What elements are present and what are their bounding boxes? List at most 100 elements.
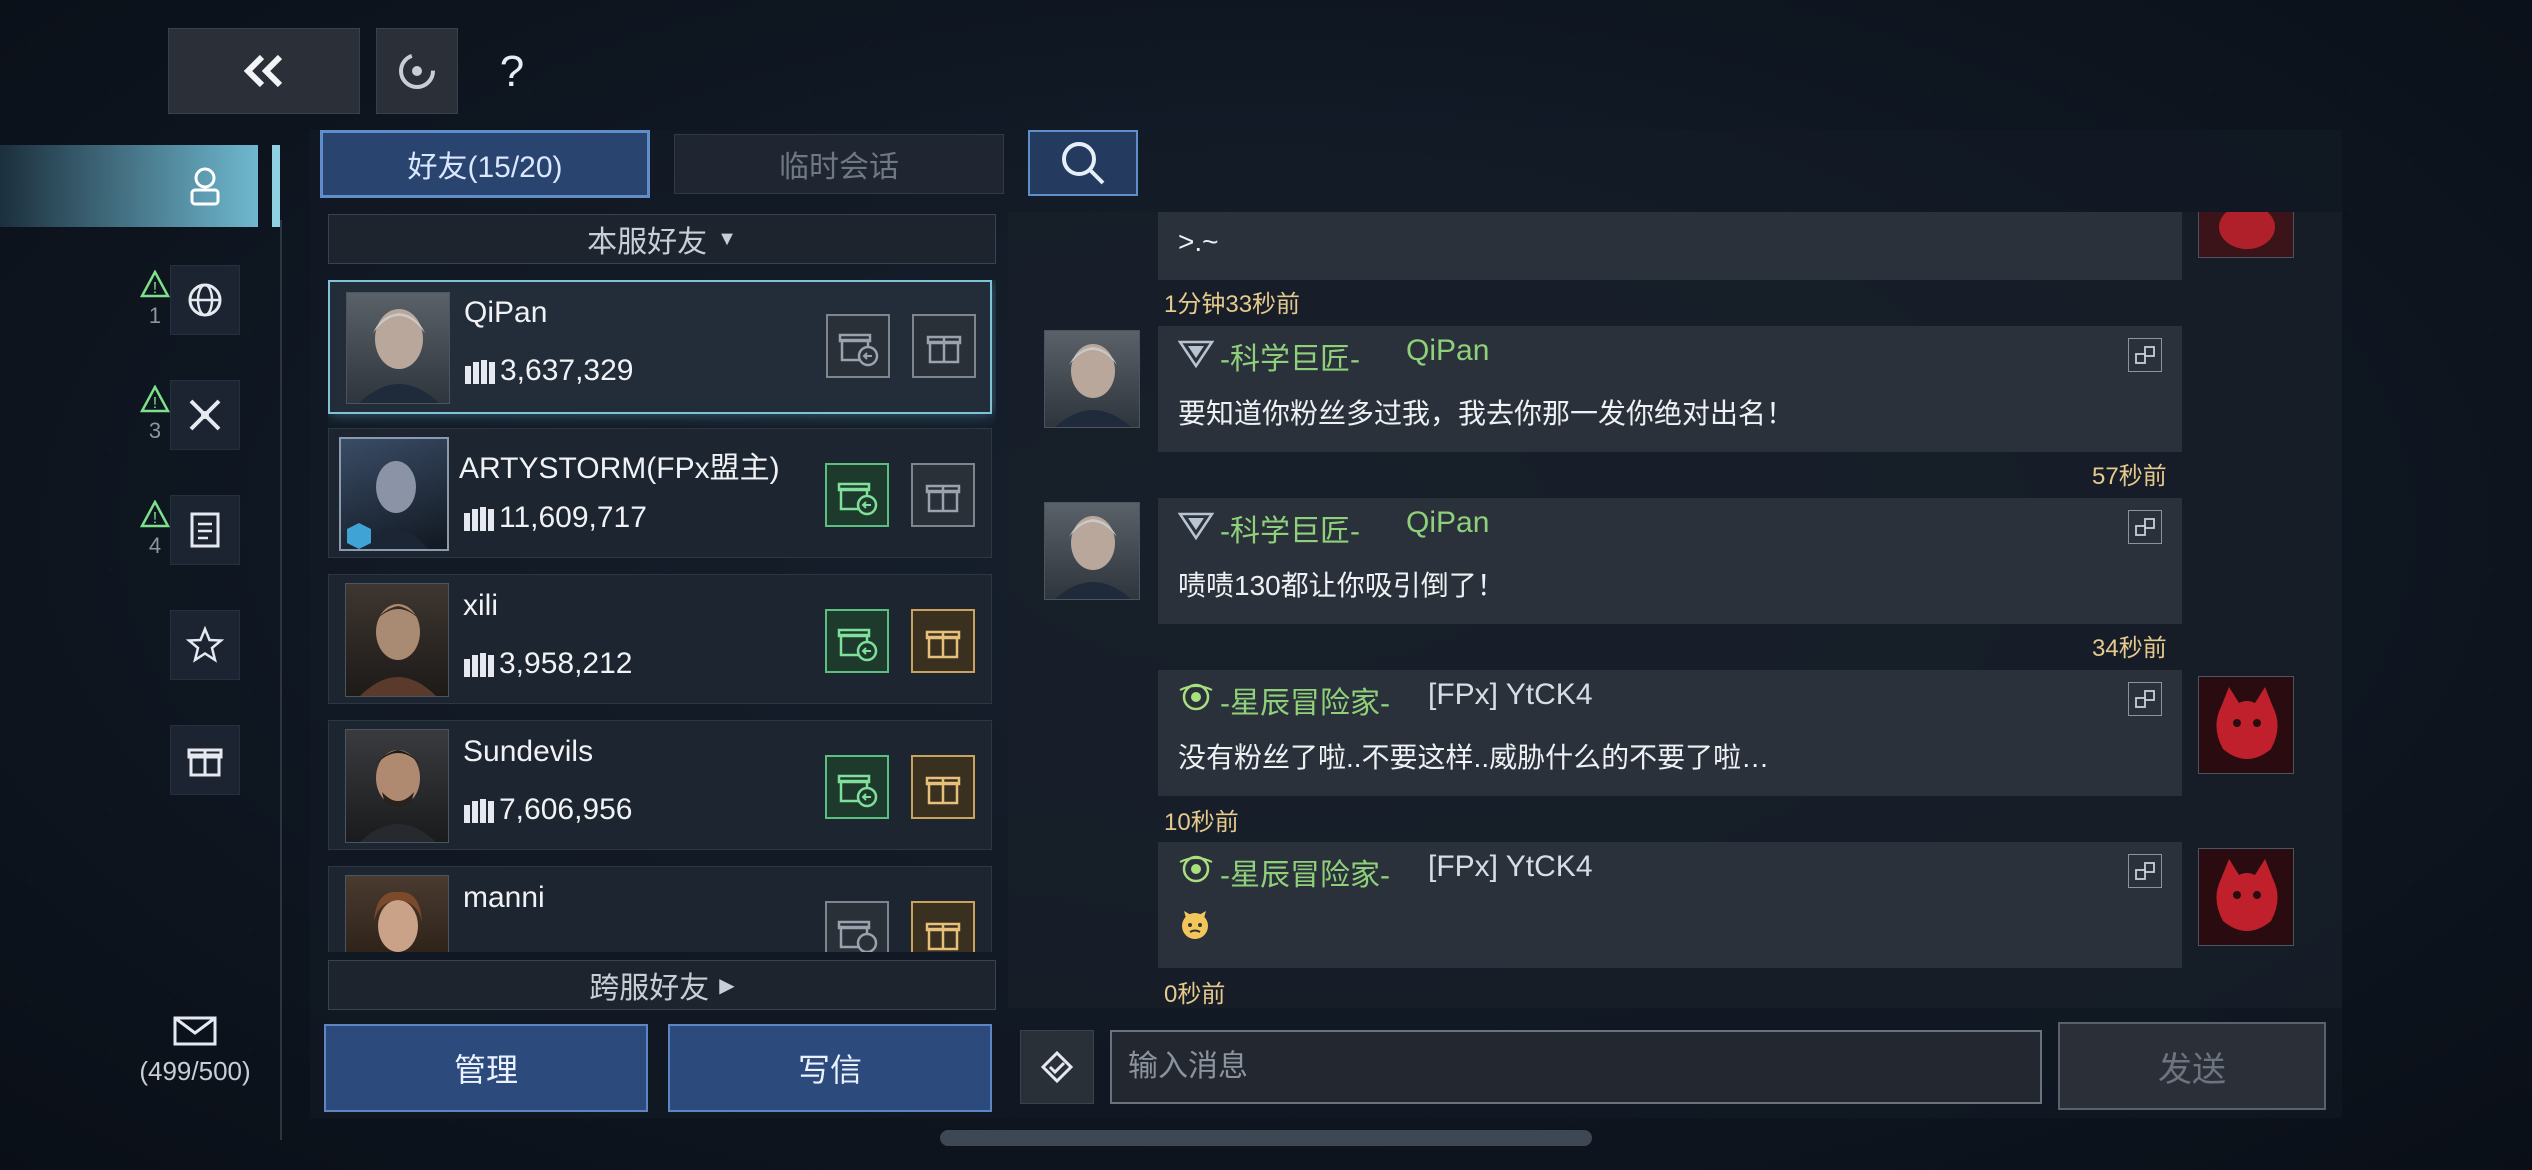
list-item[interactable]: xili 3,958,212 — [328, 574, 992, 704]
friend-power: 7,606,956 — [499, 793, 633, 826]
warning-icon: ! — [139, 269, 171, 298]
svg-text:!: ! — [153, 395, 157, 412]
message-time: 10秒前 — [1164, 809, 1239, 836]
search-button[interactable] — [1028, 130, 1138, 196]
send-gift-button[interactable] — [911, 901, 975, 952]
avatar — [1044, 330, 1140, 428]
send-gift-button[interactable] — [911, 609, 975, 673]
message-text: 啧啧130都让你吸引倒了！ — [1178, 570, 1505, 601]
rank-icon — [1176, 680, 1216, 714]
receive-gift-button[interactable] — [825, 901, 889, 952]
caret-down-icon: ▼ — [717, 227, 737, 250]
sender-title: -星辰冒险家- — [1220, 687, 1390, 720]
translate-button[interactable] — [2128, 510, 2162, 544]
avatar — [345, 583, 449, 697]
mail-count: (499/500) — [139, 1056, 251, 1086]
rank-icon — [1176, 852, 1216, 886]
server-filter-label: 本服好友 — [587, 226, 708, 259]
document-icon — [190, 512, 220, 548]
power-icon — [463, 797, 501, 827]
person-icon — [190, 167, 220, 206]
receive-gift-button[interactable] — [825, 755, 889, 819]
power-icon — [463, 651, 501, 681]
translate-icon — [2135, 862, 2155, 880]
friend-power: 3,637,329 — [500, 354, 634, 387]
sidebar-active-marker — [272, 145, 280, 227]
avatar — [1044, 502, 1140, 600]
gift-receive-icon — [837, 482, 878, 516]
power-icon — [464, 358, 502, 388]
message-time: 34秒前 — [2092, 635, 2167, 662]
sender-name: QiPan — [1406, 334, 1490, 367]
tab-friends[interactable]: 好友(15/20) — [320, 130, 650, 198]
globe-icon — [188, 283, 222, 317]
warning-icon: ! — [139, 499, 171, 528]
receive-gift-button[interactable] — [825, 609, 889, 673]
svg-text:!: ! — [153, 510, 157, 527]
tab-temporary-chat[interactable]: 临时会话 — [674, 134, 1004, 194]
translate-icon — [2135, 346, 2155, 364]
sidebar-item-favorites[interactable] — [170, 610, 240, 680]
list-item[interactable]: QiPan 3,637,329 — [328, 280, 992, 414]
friend-name: manni — [463, 881, 545, 914]
send-gift-button[interactable] — [911, 755, 975, 819]
emoji-button[interactable] — [1020, 1030, 1094, 1104]
badge-count: 3 — [148, 418, 162, 443]
write-letter-button[interactable]: 写信 — [668, 1024, 992, 1112]
sender-title: -科学巨匠- — [1220, 515, 1360, 548]
help-button[interactable]: ? — [482, 40, 542, 104]
friend-name: QiPan — [464, 296, 548, 329]
send-button[interactable]: 发送 — [2058, 1022, 2326, 1110]
sender-title: -科学巨匠- — [1220, 343, 1360, 376]
sidebar-divider — [280, 220, 282, 1140]
list-item[interactable]: Sundevils 7,606,956 — [328, 720, 992, 850]
message-text: 没有粉丝了啦..不要这样..威胁什么的不要了啦… — [1178, 742, 1770, 773]
list-item[interactable]: ARTYSTORM(FPx盟主) 11,609,717 — [328, 428, 992, 558]
friends-list[interactable]: QiPan 3,637,329 ARTYSTORM(FPx盟主) 11,609,… — [328, 280, 996, 952]
receive-gift-button[interactable] — [825, 463, 889, 527]
translate-icon — [2135, 518, 2155, 536]
svg-text:!: ! — [153, 280, 157, 297]
mail-icon — [173, 1016, 217, 1046]
send-gift-button[interactable] — [911, 463, 975, 527]
translate-icon — [2135, 690, 2155, 708]
sender-name: [FPx] YtCK4 — [1428, 678, 1593, 711]
chat-message: -星辰冒险家- [FPx] YtCK4 没有粉丝了啦..不要这样..威胁什么的不… — [1158, 670, 2182, 796]
mail-button[interactable]: (499/500) — [120, 1015, 270, 1095]
sidebar-item-notes[interactable] — [170, 495, 240, 565]
translate-button[interactable] — [2128, 338, 2162, 372]
gift-icon — [187, 748, 223, 777]
back-button[interactable] — [168, 28, 360, 114]
sidebar-item-gifts[interactable] — [170, 725, 240, 795]
sender-title: -星辰冒险家- — [1220, 859, 1390, 892]
home-indicator[interactable] — [940, 1130, 1592, 1146]
send-gift-button[interactable] — [912, 314, 976, 378]
badge-count: 4 — [148, 533, 162, 558]
translate-button[interactable] — [2128, 854, 2162, 888]
chat-message: -星辰冒险家- [FPx] YtCK4 — [1158, 842, 2182, 968]
friend-name: ARTYSTORM(FPx盟主) — [459, 452, 780, 485]
sender-name: QiPan — [1406, 506, 1490, 539]
gift-icon — [926, 335, 962, 364]
sidebar-item-globe[interactable] — [170, 265, 240, 335]
receive-gift-button[interactable] — [826, 314, 890, 378]
message-input[interactable] — [1110, 1030, 2042, 1104]
caret-right-icon: ▶ — [719, 974, 735, 997]
cross-server-dropdown[interactable]: 跨服好友 ▶ — [328, 960, 996, 1010]
translate-button[interactable] — [2128, 682, 2162, 716]
rank-icon — [1176, 508, 1216, 542]
sidebar-item-battle[interactable] — [170, 380, 240, 450]
sidebar-item-friends[interactable] — [0, 145, 258, 227]
list-item[interactable]: manni — [328, 866, 992, 952]
message-time: 1分钟33秒前 — [1164, 291, 1301, 318]
gift-icon — [925, 776, 961, 805]
manage-button[interactable]: 管理 — [324, 1024, 648, 1112]
server-filter-dropdown[interactable]: 本服好友 ▼ — [328, 214, 996, 264]
gift-icon — [925, 630, 961, 659]
search-icon — [1062, 142, 1105, 185]
friend-power: 11,609,717 — [499, 501, 647, 534]
friend-power: 3,958,212 — [499, 647, 633, 680]
refresh-button[interactable] — [376, 28, 458, 114]
chat-message: -科学巨匠- QiPan 要知道你粉丝多过我，我去你那一发你绝对出名！ — [1158, 326, 2182, 452]
avatar — [345, 729, 449, 843]
